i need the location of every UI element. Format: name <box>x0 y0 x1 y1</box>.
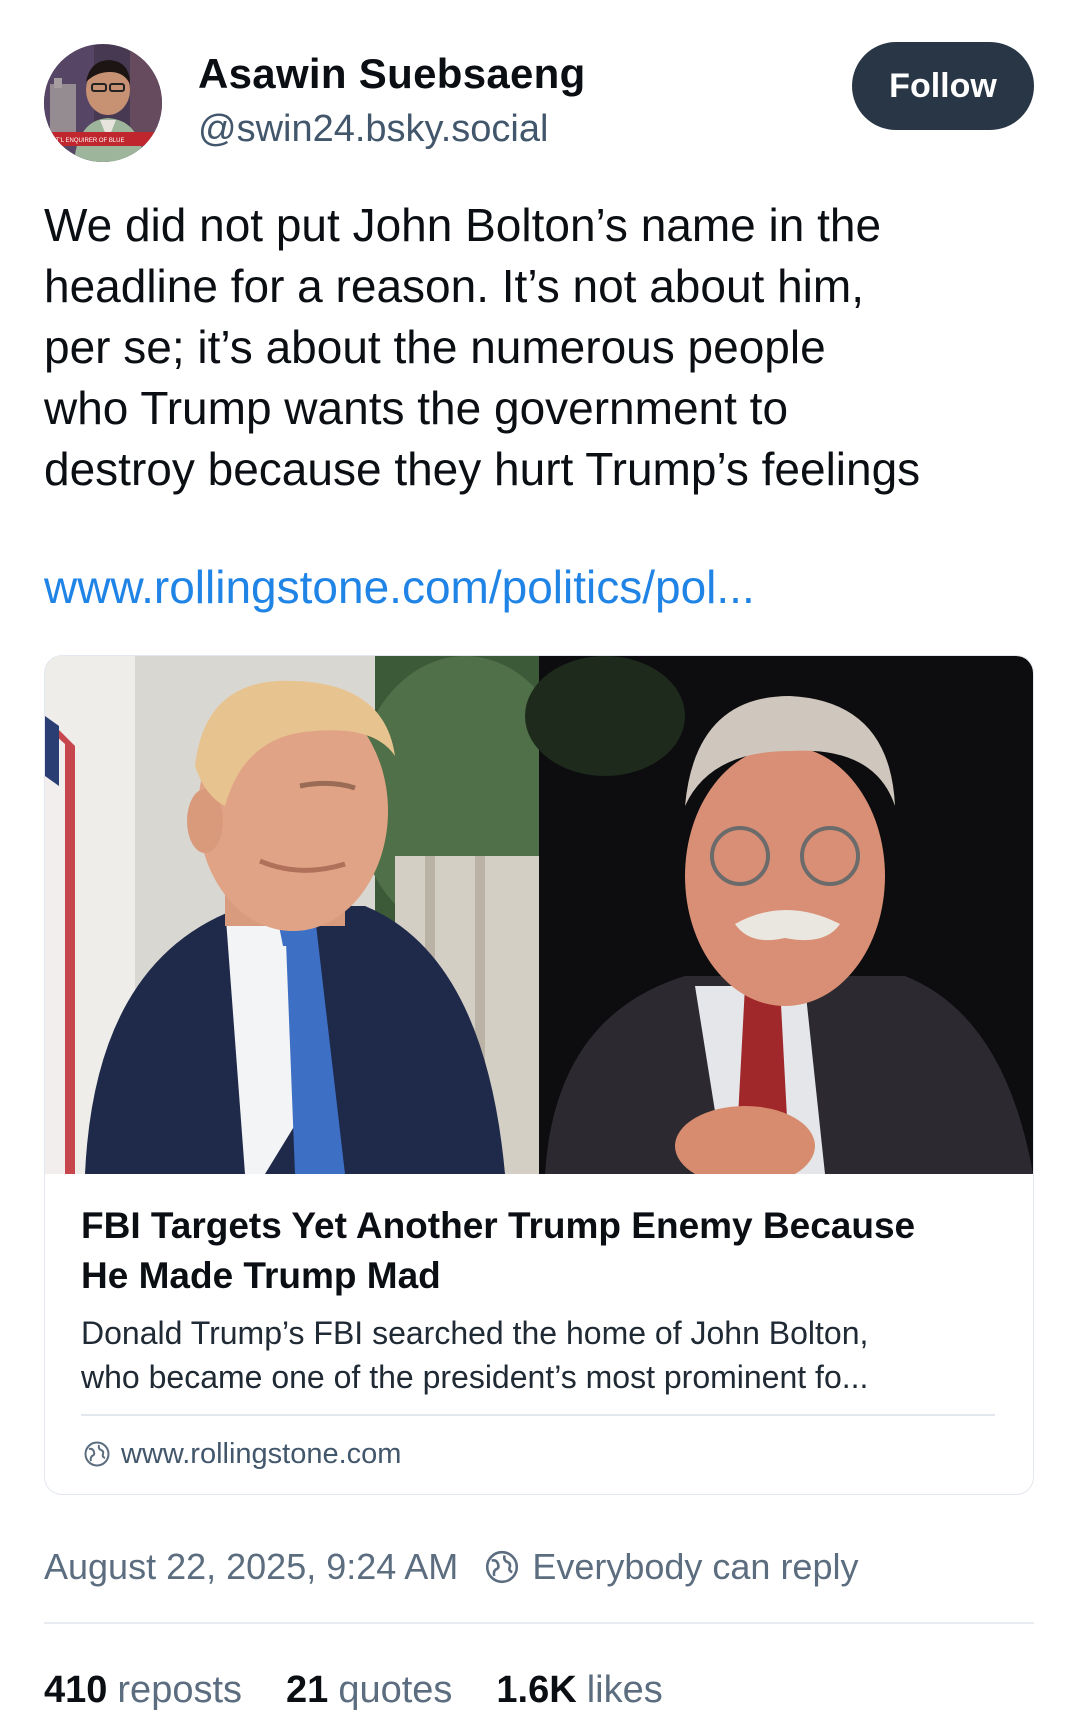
post-text-line: per se; it’s about the numerous people <box>44 321 826 373</box>
post-stats: 410 reposts 21 quotes 1.6K likes <box>44 1660 663 1720</box>
link-card-description-line: who became one of the president’s most p… <box>81 1359 869 1395</box>
link-card-divider <box>81 1414 995 1416</box>
avatar-photo: NAT'L ENQUIRER OF BLUE <box>44 44 162 162</box>
author-display-name[interactable]: Asawin Suebsaeng <box>198 50 586 98</box>
post-timestamp: August 22, 2025, 9:24 AM <box>44 1546 459 1587</box>
link-card-title[interactable]: FBI Targets Yet Another Trump Enemy Beca… <box>81 1201 1001 1301</box>
likes-count: 1.6K <box>496 1668 577 1711</box>
link-card-title-line: He Made Trump Mad <box>81 1255 441 1296</box>
globe-icon <box>486 1550 519 1584</box>
post-text-line: headline for a reason. It’s not about hi… <box>44 260 865 312</box>
quotes-label: quotes <box>338 1668 453 1711</box>
quotes-count: 21 <box>286 1668 329 1711</box>
link-card-title-line: FBI Targets Yet Another Trump Enemy Beca… <box>81 1205 916 1246</box>
meta-divider <box>44 1622 1034 1624</box>
reposts-count: 410 <box>44 1668 108 1711</box>
avatar-chyron-text: NAT'L ENQUIRER OF BLUE <box>48 138 125 144</box>
link-preview-image <box>45 656 1033 1174</box>
link-card-description: Donald Trump’s FBI searched the home of … <box>81 1311 1001 1399</box>
reposts-stat[interactable]: 410 reposts <box>44 1669 242 1712</box>
post-text-line: destroy because they hurt Trump’s feelin… <box>44 443 921 495</box>
author-handle[interactable]: @swin24.bsky.social <box>198 108 548 151</box>
post-text: We did not put John Bolton’s name in the… <box>44 195 1044 500</box>
quotes-stat[interactable]: 21 quotes <box>286 1669 452 1712</box>
post-text-line: who Trump wants the government to <box>44 382 789 434</box>
reply-setting-label: Everybody can reply <box>532 1546 859 1587</box>
post-link[interactable]: www.rollingstone.com/politics/pol... <box>44 560 755 614</box>
post-meta-row: August 22, 2025, 9:24 AM Everybody can r… <box>44 1542 858 1592</box>
likes-stat[interactable]: 1.6K likes <box>496 1669 662 1712</box>
follow-button[interactable]: Follow <box>852 42 1034 130</box>
link-preview-card[interactable]: FBI Targets Yet Another Trump Enemy Beca… <box>44 655 1034 1495</box>
link-card-domain: www.rollingstone.com <box>121 1437 402 1470</box>
likes-label: likes <box>586 1668 663 1711</box>
post-text-line: We did not put John Bolton’s name in the <box>44 199 882 251</box>
author-avatar[interactable]: NAT'L ENQUIRER OF BLUE <box>44 44 162 162</box>
link-card-domain-row: www.rollingstone.com <box>83 1434 401 1474</box>
reply-setting[interactable]: Everybody can reply <box>484 1546 858 1588</box>
link-card-description-line: Donald Trump’s FBI searched the home of … <box>81 1315 869 1351</box>
post-thread-view: NAT'L ENQUIRER OF BLUE Asawin Suebsaeng … <box>0 0 1080 1711</box>
reposts-label: reposts <box>117 1668 243 1711</box>
globe-icon <box>84 1441 110 1467</box>
